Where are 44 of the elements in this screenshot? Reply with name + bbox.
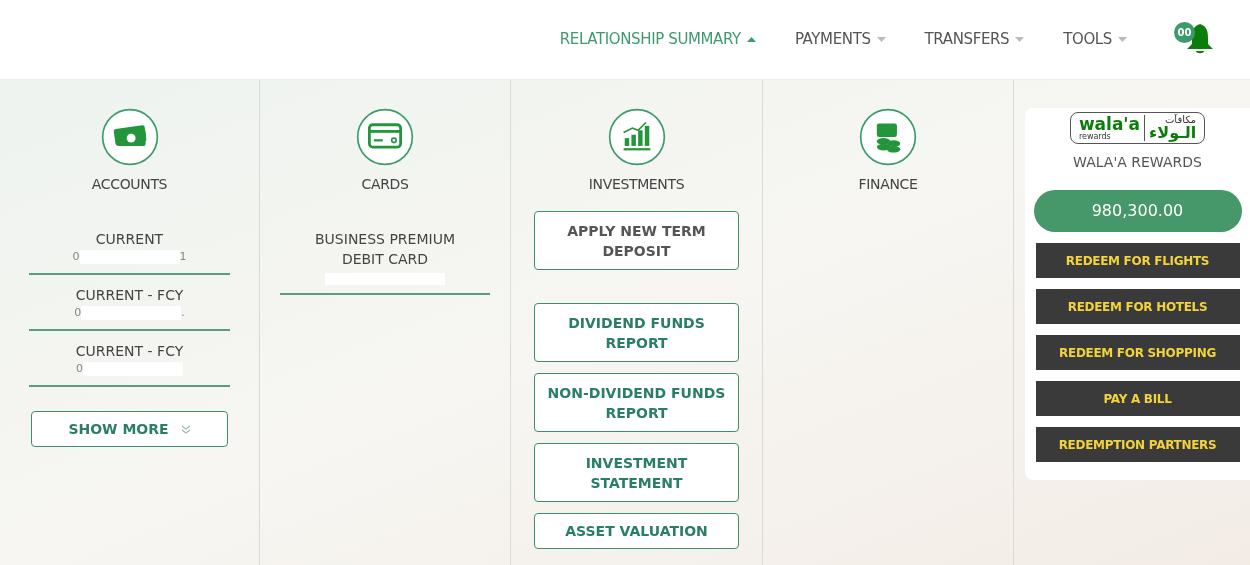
investment-button[interactable]: APPLY NEW TERM DEPOSIT: [534, 211, 739, 270]
account-name[interactable]: CURRENT - FCY: [75, 285, 184, 305]
nav-menu-item[interactable]: PAYMENTS: [794, 28, 886, 51]
chevrons-down-icon: [180, 424, 191, 434]
rewards-action-button[interactable]: REDEEM FOR HOTELS: [1035, 289, 1240, 324]
account-number: 0: [76, 361, 83, 377]
investment-button[interactable]: INVESTMENT STATEMENT: [534, 443, 739, 502]
credit-card-icon: [356, 108, 414, 166]
account-number: 0: [72, 249, 80, 265]
account-name[interactable]: CURRENT - FCY: [75, 341, 184, 361]
card-name[interactable]: BUSINESS PREMIUM DEBIT CARD: [280, 229, 490, 269]
show-more-button[interactable]: SHOW MORE: [31, 411, 228, 447]
account-number: 1: [179, 249, 187, 265]
nav-menu-item[interactable]: TRANSFERS: [924, 28, 1025, 51]
investment-button[interactable]: NON-DIVIDEND FUNDS REPORT: [534, 373, 739, 432]
section-title: CARDS: [361, 175, 409, 194]
rewards-title: WALA'A REWARDS: [1073, 153, 1202, 172]
rewards-action-button[interactable]: REDEEM FOR FLIGHTS: [1035, 243, 1240, 278]
logo-subtext: مكافآت: [1164, 115, 1197, 125]
points-balance: 980,300.00: [1033, 190, 1242, 232]
logo-text: wala'a: [1078, 115, 1141, 133]
money-stack-icon: [859, 108, 917, 166]
caret-down-icon: [1118, 37, 1127, 42]
investment-button[interactable]: ASSET VALUATION: [534, 513, 739, 549]
account-number: .: [181, 305, 185, 321]
rewards-action-button[interactable]: REDEEM FOR SHOPPING: [1035, 335, 1240, 370]
section-title: FINANCE: [858, 175, 918, 194]
investment-button[interactable]: DIVIDEND FUNDS REPORT: [534, 303, 739, 362]
caret-down-icon: [876, 37, 886, 42]
account-number: 0: [74, 305, 82, 321]
caret-up-icon: [746, 37, 756, 42]
notification-count: 00: [1174, 21, 1195, 43]
rewards-action-button[interactable]: PAY A BILL: [1035, 381, 1240, 416]
logo-text: الـولاء: [1149, 125, 1197, 141]
banknotes-icon: [100, 108, 159, 166]
account-name[interactable]: CURRENT: [95, 229, 164, 249]
nav-menu-item[interactable]: TOOLS: [1063, 28, 1127, 51]
nav-menu-item[interactable]: RELATIONSHIP SUMMARY: [559, 28, 756, 51]
logo-subtext: rewards: [1078, 132, 1112, 141]
caret-down-icon: [1015, 37, 1025, 42]
section-title: INVESTMENTS: [588, 175, 685, 194]
section-title: ACCOUNTS: [91, 175, 168, 194]
bar-chart-icon: [607, 108, 666, 166]
rewards-action-button[interactable]: REDEMPTION PARTNERS: [1035, 427, 1240, 462]
